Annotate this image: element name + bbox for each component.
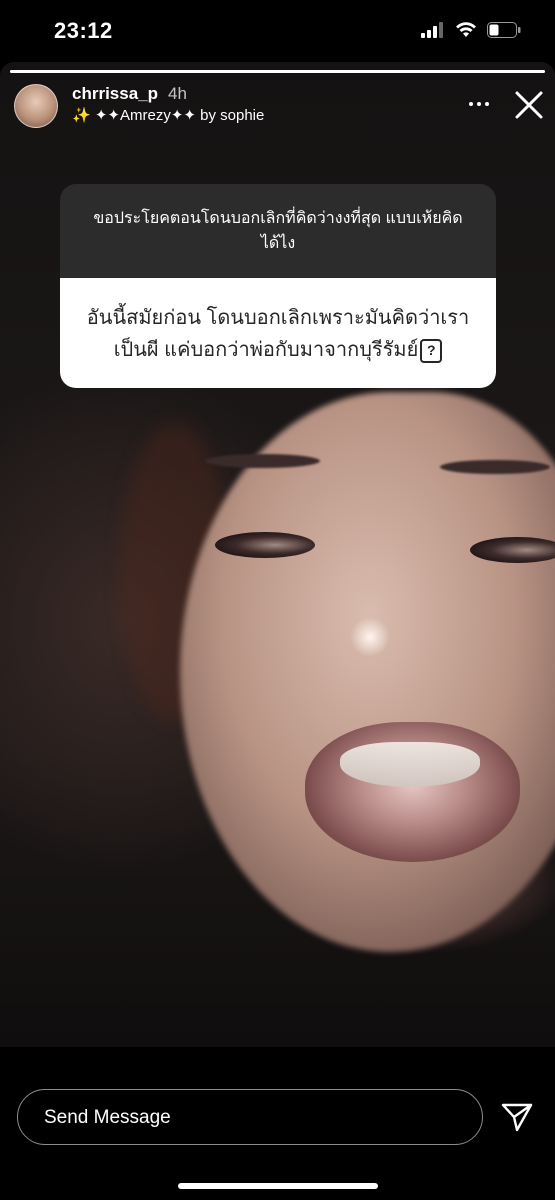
story-photo-nose: [350, 617, 390, 657]
story-progress-fill: [10, 70, 545, 73]
more-dot: [485, 102, 489, 106]
music-attribution[interactable]: ✨ ✦✦Amrezy✦✦ by sophie: [72, 106, 264, 124]
more-dot: [477, 102, 481, 106]
send-message-placeholder: Send Message: [44, 1107, 171, 1128]
more-icon[interactable]: [464, 92, 494, 116]
question-mark-emoji: ?: [420, 338, 443, 363]
story-photo-face: [180, 392, 555, 952]
avatar[interactable]: [14, 84, 58, 128]
story-photo-brow-left: [205, 454, 320, 468]
more-dot: [469, 102, 473, 106]
story-photo-eye-right: [470, 537, 555, 563]
status-time: 23:12: [54, 18, 113, 43]
question-sticker[interactable]: ขอประโยคตอนโดนบอกเลิกที่คิดว่างงที่สุด แ…: [60, 184, 496, 388]
status-icons: [421, 22, 521, 38]
answer-block: อันนี้สมัยก่อน โดนบอกเลิกเพราะมันคิดว่าเ…: [60, 278, 496, 388]
story-username-row[interactable]: chrrissa_p 4h: [72, 84, 187, 104]
close-icon[interactable]: [510, 86, 548, 124]
story-photo-teeth: [340, 742, 480, 787]
answer-text: อันนี้สมัยก่อน โดนบอกเลิกเพราะมันคิดว่าเ…: [86, 307, 470, 361]
home-indicator: [178, 1183, 378, 1189]
story-photo-eye-left: [215, 532, 315, 558]
paper-plane-icon[interactable]: [500, 1100, 534, 1134]
wifi-icon: [456, 22, 476, 37]
battery-icon: [487, 22, 521, 38]
story-timestamp: 4h: [168, 84, 187, 103]
status-bar: 23:12: [0, 0, 555, 62]
send-message-input[interactable]: Send Message: [17, 1089, 483, 1145]
story-username[interactable]: chrrissa_p: [72, 84, 158, 103]
question-text: ขอประโยคตอนโดนบอกเลิกที่คิดว่างงที่สุด แ…: [60, 184, 496, 278]
story-progress-bar: [10, 70, 545, 73]
cellular-signal-icon: [421, 22, 443, 38]
story-photo-brow-right: [440, 460, 550, 474]
